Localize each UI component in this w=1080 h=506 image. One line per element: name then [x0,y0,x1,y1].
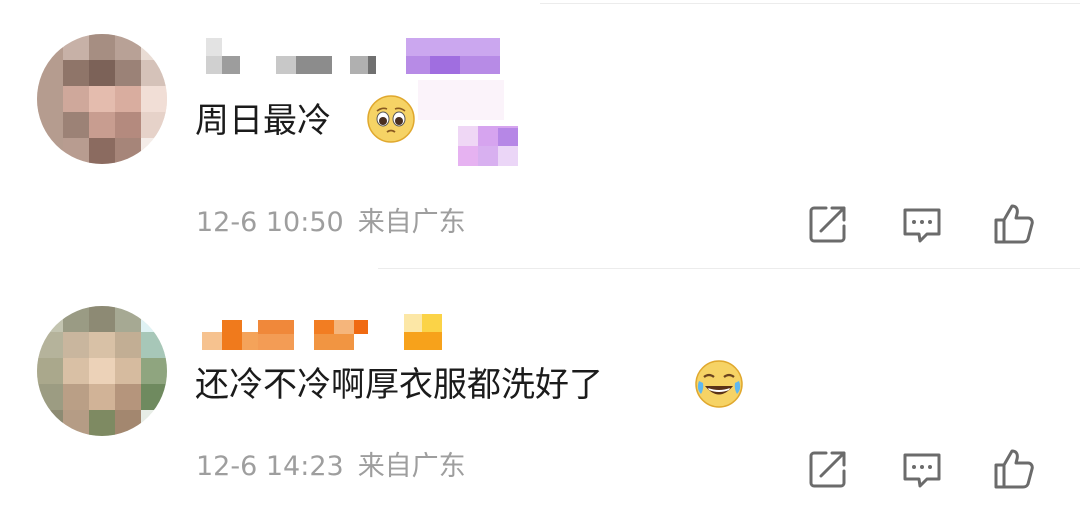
comment-time: 10:50 [265,207,344,238]
share-button[interactable] [806,447,850,491]
username-redacted[interactable] [200,314,450,354]
share-icon [809,451,846,488]
rolling-on-floor-laughing-emoji [695,360,743,408]
reply-button[interactable] [900,447,944,491]
comment-icon [903,453,941,488]
comment-icon [903,208,941,243]
avatar[interactable] [37,34,167,164]
comment-location: 来自广东 [357,207,466,238]
comment-meta: 12-6 14:23 来自广东 [196,453,466,480]
pleading-face-emoji [367,95,415,143]
comment-meta: 12-6 10:50 来自广东 [196,209,466,236]
thumbs-up-icon [994,204,1034,244]
reply-button[interactable] [900,202,944,246]
like-button[interactable] [992,447,1036,491]
thumbs-up-icon [994,449,1034,489]
comment-date: 12-6 [196,207,258,238]
comment-list: 周日最冷 12-6 10:50 来自广东 还冷不冷啊厚衣服都洗好了 12-6 1… [0,0,1080,506]
comment-text: 周日最冷 [195,101,331,141]
share-icon [809,206,846,243]
like-button[interactable] [992,202,1036,246]
share-button[interactable] [806,202,850,246]
comment-location: 来自广东 [357,451,466,482]
comment-item: 周日最冷 12-6 10:50 来自广东 [0,0,1080,268]
avatar[interactable] [37,306,167,436]
username-redacted[interactable] [200,38,500,78]
comment-text: 还冷不冷啊厚衣服都洗好了 [195,365,603,405]
comment-time: 14:23 [265,451,344,482]
comment-date: 12-6 [196,451,258,482]
redacted-blur [418,80,528,170]
comment-item: 还冷不冷啊厚衣服都洗好了 12-6 14:23 来自广东 [0,269,1080,506]
